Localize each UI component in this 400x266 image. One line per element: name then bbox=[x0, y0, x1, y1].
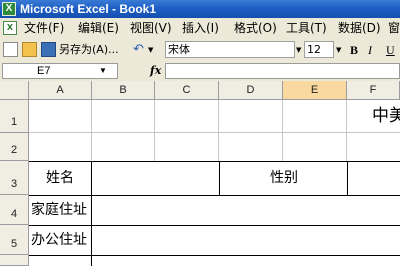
workbook-icon[interactable]: X bbox=[3, 21, 17, 35]
menu-view[interactable]: 视图(V) bbox=[130, 18, 172, 39]
table-border bbox=[29, 225, 400, 226]
cell-a4[interactable]: 家庭住址 bbox=[31, 202, 87, 218]
spreadsheet-grid[interactable]: A B C D E F 1 2 3 4 5 中美 姓名 性别 家庭住址 办公住址 bbox=[0, 81, 400, 266]
italic-button[interactable]: I bbox=[368, 39, 372, 61]
row-number-3: 3 bbox=[10, 178, 18, 190]
title-bar: X Microsoft Excel - Book1 bbox=[0, 0, 400, 18]
font-size-select[interactable]: 12 bbox=[304, 41, 334, 58]
menu-window[interactable]: 窗 bbox=[388, 18, 400, 39]
menu-format[interactable]: 格式(O) bbox=[234, 18, 277, 39]
fx-icon[interactable]: fx bbox=[150, 61, 161, 81]
row-number-4: 4 bbox=[10, 208, 18, 220]
font-name-value: 宋体 bbox=[168, 43, 190, 56]
save-icon[interactable] bbox=[41, 42, 56, 57]
gridline bbox=[91, 100, 92, 133]
gridline bbox=[91, 133, 92, 161]
cell-d3[interactable]: 性别 bbox=[270, 170, 298, 186]
name-box-dropdown-icon[interactable]: ▼ bbox=[99, 64, 107, 78]
underline-button[interactable]: U bbox=[386, 39, 395, 61]
bold-button[interactable]: B bbox=[350, 39, 358, 61]
column-header-e[interactable]: E bbox=[283, 81, 347, 100]
menu-insert[interactable]: 插入(I) bbox=[182, 18, 219, 39]
row-header-3[interactable]: 3 bbox=[0, 161, 29, 195]
gridline bbox=[282, 100, 283, 133]
save-as-button[interactable]: 另存为(A)... bbox=[59, 39, 119, 61]
menu-edit[interactable]: 编辑(E) bbox=[78, 18, 119, 39]
cell-f1[interactable]: 中美 bbox=[372, 106, 400, 126]
undo-dropdown-icon[interactable]: ▼ bbox=[148, 39, 153, 61]
row-header-1[interactable]: 1 bbox=[0, 100, 29, 133]
row-number-2: 2 bbox=[10, 144, 18, 156]
formula-input[interactable] bbox=[165, 63, 400, 79]
row-header-6[interactable] bbox=[0, 255, 29, 266]
table-border bbox=[29, 195, 400, 196]
cell-a5[interactable]: 办公住址 bbox=[31, 232, 87, 248]
font-name-select[interactable]: 宋体 bbox=[165, 41, 295, 58]
cell-a3[interactable]: 姓名 bbox=[46, 170, 74, 186]
font-size-dropdown-icon[interactable]: ▼ bbox=[336, 39, 341, 61]
formula-bar: E7 ▼ fx bbox=[0, 61, 400, 82]
table-border bbox=[347, 161, 348, 195]
table-border bbox=[219, 161, 220, 195]
table-border bbox=[91, 161, 92, 266]
font-name-dropdown-icon[interactable]: ▼ bbox=[296, 39, 301, 61]
gridline bbox=[154, 100, 155, 161]
row-number-5: 5 bbox=[10, 238, 18, 250]
name-box[interactable]: E7 ▼ bbox=[2, 63, 118, 79]
column-header-d[interactable]: D bbox=[219, 81, 283, 100]
name-box-value: E7 bbox=[37, 65, 51, 77]
column-header-f[interactable]: F bbox=[347, 81, 400, 100]
new-document-icon[interactable] bbox=[3, 42, 18, 57]
column-header-c[interactable]: C bbox=[155, 81, 219, 100]
column-header-a[interactable]: A bbox=[29, 81, 92, 100]
excel-icon[interactable]: X bbox=[2, 2, 16, 16]
row-header-2[interactable]: 2 bbox=[0, 133, 29, 161]
font-size-value: 12 bbox=[307, 43, 321, 56]
row-header-4[interactable]: 4 bbox=[0, 195, 29, 225]
menu-data[interactable]: 数据(D) bbox=[338, 18, 381, 39]
table-border bbox=[29, 161, 400, 162]
gridline bbox=[29, 132, 400, 133]
open-folder-icon[interactable] bbox=[22, 42, 37, 57]
row-number-1: 1 bbox=[10, 116, 18, 128]
select-all-corner[interactable] bbox=[0, 81, 29, 100]
menu-bar: X 文件(F) 编辑(E) 视图(V) 插入(I) 格式(O) 工具(T) 数据… bbox=[0, 18, 400, 40]
gridline bbox=[346, 133, 347, 161]
window-title: Microsoft Excel - Book1 bbox=[20, 2, 157, 16]
column-header-b[interactable]: B bbox=[92, 81, 155, 100]
table-border bbox=[29, 255, 400, 256]
toolbar: 另存为(A)... ↶ ▼ 宋体 ▼ 12 ▼ B I U bbox=[0, 39, 400, 62]
menu-tools[interactable]: 工具(T) bbox=[286, 18, 327, 39]
row-header-5[interactable]: 5 bbox=[0, 225, 29, 255]
undo-icon[interactable]: ↶ bbox=[133, 39, 144, 61]
gridline bbox=[218, 100, 219, 161]
gridline bbox=[282, 133, 283, 161]
menu-file[interactable]: 文件(F) bbox=[24, 18, 64, 39]
gridline bbox=[346, 100, 347, 133]
